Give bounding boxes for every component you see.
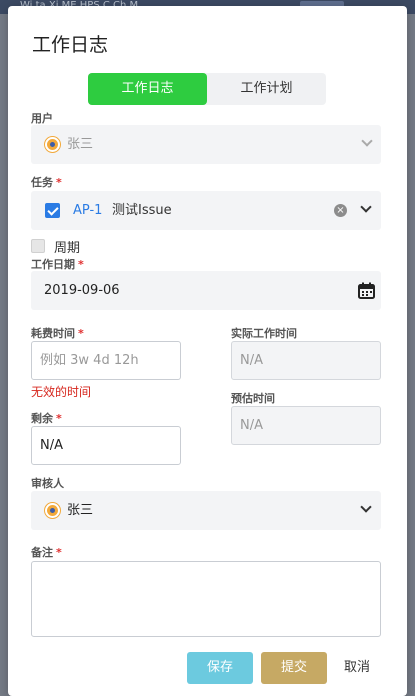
chevron-down-icon [361,135,373,147]
user-select[interactable]: 张三 [31,125,381,164]
reviewer-avatar-icon [45,503,60,518]
remaining-label: 剩余 * [31,412,62,425]
issue-checkbox-icon[interactable] [45,203,60,218]
work-date-picker[interactable]: 2019-09-06 [31,271,381,310]
clear-icon[interactable]: × [334,204,347,217]
reviewer-select[interactable]: 张三 [31,491,381,530]
remarks-textarea[interactable] [31,561,381,637]
user-label: 用户 [31,112,53,125]
chevron-down-icon[interactable] [360,201,372,213]
tab-work-log[interactable]: 工作日志 [88,73,207,105]
remarks-label: 备注 * [31,546,62,559]
work-date-label: 工作日期 * [31,258,84,271]
work-date-value: 2019-09-06 [44,283,120,298]
work-log-dialog: 工作日志 工作日志 工作计划 用户 张三 任务 * AP-1 测试Issue × … [8,6,407,696]
tab-work-plan[interactable]: 工作计划 [207,73,326,105]
time-spent-placeholder: 例如 3w 4d 12h [40,353,139,368]
periodic-label: 周期 [54,241,81,256]
periodic-checkbox[interactable] [31,239,45,253]
estimated-time-value: N/A [240,418,263,433]
dialog-title: 工作日志 [32,34,109,56]
reviewer-label: 审核人 [31,477,64,490]
submit-button[interactable]: 提交 [261,652,327,684]
actual-time-label: 实际工作时间 [231,327,297,340]
reviewer-value: 张三 [67,503,94,518]
chevron-down-icon[interactable] [360,501,372,513]
time-spent-label: 耗费时间 * [31,327,84,340]
background-right-panel [407,14,415,696]
issue-select[interactable]: AP-1 测试Issue × [31,191,381,230]
user-avatar-icon [45,137,60,152]
issue-summary: 测试Issue [112,203,172,218]
actual-time-value: N/A [240,353,263,368]
issue-label: 任务 * [31,176,62,189]
save-button[interactable]: 保存 [187,652,253,684]
cancel-button[interactable]: 取消 [333,652,381,684]
estimated-time-label: 预估时间 [231,392,275,405]
user-value: 张三 [67,137,94,152]
remaining-input[interactable]: N/A [31,426,181,465]
tab-switcher: 工作日志 工作计划 [88,73,326,105]
actual-time-field: N/A [231,341,381,380]
issue-key[interactable]: AP-1 [73,191,102,230]
calendar-icon[interactable] [358,282,375,299]
estimated-time-field: N/A [231,406,381,445]
time-spent-input[interactable]: 例如 3w 4d 12h [31,341,181,380]
remaining-value: N/A [40,438,63,453]
time-spent-error: 无效的时间 [31,385,92,399]
